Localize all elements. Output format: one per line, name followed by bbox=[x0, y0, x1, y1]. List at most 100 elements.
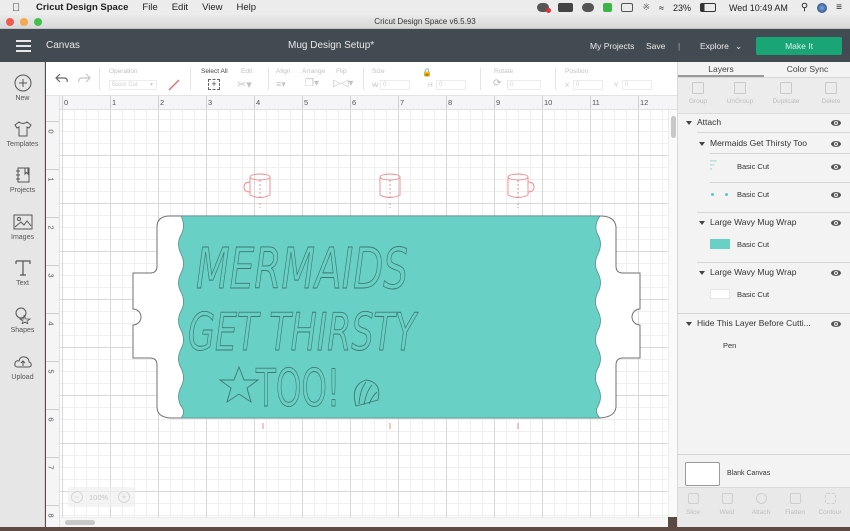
clock[interactable]: Wed 10:49 AM bbox=[729, 3, 788, 13]
sidebar-item-shapes[interactable]: Shapes bbox=[0, 306, 45, 334]
layer-name: Attach bbox=[697, 117, 722, 127]
airplay-icon[interactable] bbox=[621, 3, 634, 12]
window-title: Cricut Design Space v6.5.93 bbox=[374, 17, 476, 26]
contour-button[interactable]: Contour bbox=[813, 493, 847, 516]
ruler-tick bbox=[46, 409, 59, 410]
app-menu[interactable]: Cricut Design Space bbox=[36, 2, 128, 13]
design-canvas[interactable]: MERMAIDS GET THIRSTY TOO! bbox=[60, 110, 668, 517]
select-all-button[interactable]: + bbox=[208, 79, 220, 90]
cloud-alert-icon[interactable] bbox=[537, 3, 552, 13]
vertical-scrollbar[interactable] bbox=[668, 110, 677, 517]
y-position-input[interactable]: 0 bbox=[622, 80, 652, 90]
tab-layers[interactable]: Layers bbox=[678, 62, 764, 77]
ruler-top-label: 12 bbox=[640, 98, 649, 107]
visibility-eye-icon[interactable] bbox=[831, 220, 841, 226]
height-input[interactable]: 0 bbox=[436, 80, 466, 90]
menu-file[interactable]: File bbox=[142, 2, 157, 13]
visibility-eye-icon[interactable] bbox=[831, 120, 841, 126]
ruler-top-label: 6 bbox=[352, 98, 357, 107]
notification-center-icon[interactable]: ≡ bbox=[836, 2, 842, 13]
window-titlebar: Cricut Design Space v6.5.93 bbox=[0, 15, 850, 29]
my-projects-link[interactable]: My Projects bbox=[590, 41, 634, 51]
lock-icon[interactable]: 🔒 bbox=[422, 68, 432, 77]
shapes-icon bbox=[15, 307, 31, 324]
menu-view[interactable]: View bbox=[202, 2, 222, 13]
vertical-scroll-thumb[interactable] bbox=[671, 116, 676, 138]
blank-canvas-label: Blank Canvas bbox=[727, 470, 771, 477]
horizontal-scroll-thumb[interactable] bbox=[65, 520, 95, 525]
wifi-icon[interactable]: ≈ bbox=[659, 3, 664, 13]
visibility-eye-icon[interactable] bbox=[831, 164, 841, 170]
arrange-icon[interactable]: ❐▾ bbox=[305, 78, 319, 89]
explore-menu[interactable]: Explore bbox=[700, 41, 729, 51]
redo-icon[interactable] bbox=[77, 72, 91, 84]
sidebar-item-upload[interactable]: Upload bbox=[0, 353, 45, 381]
width-input[interactable]: 0 bbox=[380, 80, 410, 90]
visibility-eye-icon[interactable] bbox=[831, 270, 841, 276]
green-c-icon[interactable] bbox=[603, 3, 613, 12]
visibility-eye-icon[interactable] bbox=[831, 192, 841, 198]
attach-button[interactable]: Attach bbox=[744, 493, 778, 516]
flip-icon[interactable]: ▷◁▾ bbox=[333, 78, 353, 89]
tool-label: Flatten bbox=[785, 509, 805, 516]
ungroup-button[interactable]: UnGroup bbox=[720, 82, 760, 105]
ruler-left-label: 3 bbox=[46, 273, 56, 278]
hamburger-menu-icon[interactable] bbox=[16, 40, 31, 52]
horizontal-scrollbar[interactable] bbox=[60, 517, 668, 527]
sidebar-label: New bbox=[15, 95, 30, 102]
spotlight-search-icon[interactable]: ⚲ bbox=[801, 2, 808, 13]
weld-button[interactable]: Weld bbox=[710, 493, 744, 516]
tab-color-sync[interactable]: Color Sync bbox=[764, 62, 850, 77]
slice-button[interactable]: Slice bbox=[676, 493, 710, 516]
visibility-eye-icon[interactable] bbox=[831, 321, 841, 327]
tool-label: Weld bbox=[719, 509, 735, 516]
ruler-tick bbox=[254, 96, 255, 109]
pen-color-swatch[interactable] bbox=[168, 79, 180, 91]
collapse-triangle-icon[interactable] bbox=[686, 322, 692, 326]
ruler-tick bbox=[206, 96, 207, 109]
rotate-value: 0 bbox=[510, 82, 514, 88]
tool-label: Attach bbox=[751, 509, 771, 516]
creative-cloud-icon[interactable] bbox=[582, 3, 595, 12]
collapse-triangle-icon[interactable] bbox=[699, 142, 705, 146]
ruler-tick bbox=[46, 505, 59, 506]
zoom-in-button[interactable]: + bbox=[118, 491, 130, 503]
apple-menu-icon[interactable]:  bbox=[12, 2, 26, 14]
menu-edit[interactable]: Edit bbox=[172, 2, 188, 13]
menu-help[interactable]: Help bbox=[237, 2, 257, 13]
ruler-top-label: 2 bbox=[160, 98, 165, 107]
x-position-input[interactable]: 0 bbox=[573, 80, 603, 90]
delete-button[interactable]: Delete bbox=[811, 82, 850, 105]
bluetooth-icon[interactable]: ※ bbox=[642, 2, 650, 13]
collapse-triangle-icon[interactable] bbox=[699, 221, 705, 225]
sidebar-item-new[interactable]: New bbox=[0, 74, 45, 102]
tool-label: UnGroup bbox=[726, 98, 754, 105]
sidebar-item-text[interactable]: Text bbox=[0, 259, 45, 287]
sidebar-item-projects[interactable]: Projects bbox=[0, 166, 45, 194]
align-icon[interactable]: ≡▾ bbox=[276, 79, 286, 90]
undo-icon[interactable] bbox=[55, 72, 69, 84]
collapse-triangle-icon[interactable] bbox=[686, 121, 692, 125]
siri-icon[interactable] bbox=[817, 2, 828, 13]
layer-divider bbox=[697, 132, 850, 133]
make-it-button[interactable]: Make It bbox=[756, 37, 842, 55]
sidebar-item-images[interactable]: Images bbox=[0, 213, 45, 241]
zoom-out-button[interactable]: − bbox=[71, 491, 83, 503]
battery-icon[interactable] bbox=[699, 3, 716, 12]
chevron-down-icon[interactable]: ⌄ bbox=[735, 41, 742, 52]
sidebar-item-templates[interactable]: Templates bbox=[0, 120, 45, 148]
layer-divider bbox=[710, 182, 850, 183]
wd-drive-icon[interactable] bbox=[558, 3, 574, 12]
group-button[interactable]: Group bbox=[678, 82, 718, 105]
operation-select[interactable]: Basic Cut ▾ bbox=[109, 80, 157, 90]
rotate-input[interactable]: 0 bbox=[507, 80, 541, 90]
ruler-top-label: 4 bbox=[256, 98, 261, 107]
ruler-left-label: 8 bbox=[46, 513, 56, 518]
save-button[interactable]: Save bbox=[646, 41, 665, 51]
blank-canvas-swatch[interactable] bbox=[685, 462, 720, 486]
collapse-triangle-icon[interactable] bbox=[699, 271, 705, 275]
flatten-button[interactable]: Flatten bbox=[778, 493, 812, 516]
edit-scissors-icon[interactable]: ✂▾ bbox=[237, 78, 252, 91]
visibility-eye-icon[interactable] bbox=[831, 141, 841, 147]
duplicate-button[interactable]: Duplicate bbox=[766, 82, 806, 105]
